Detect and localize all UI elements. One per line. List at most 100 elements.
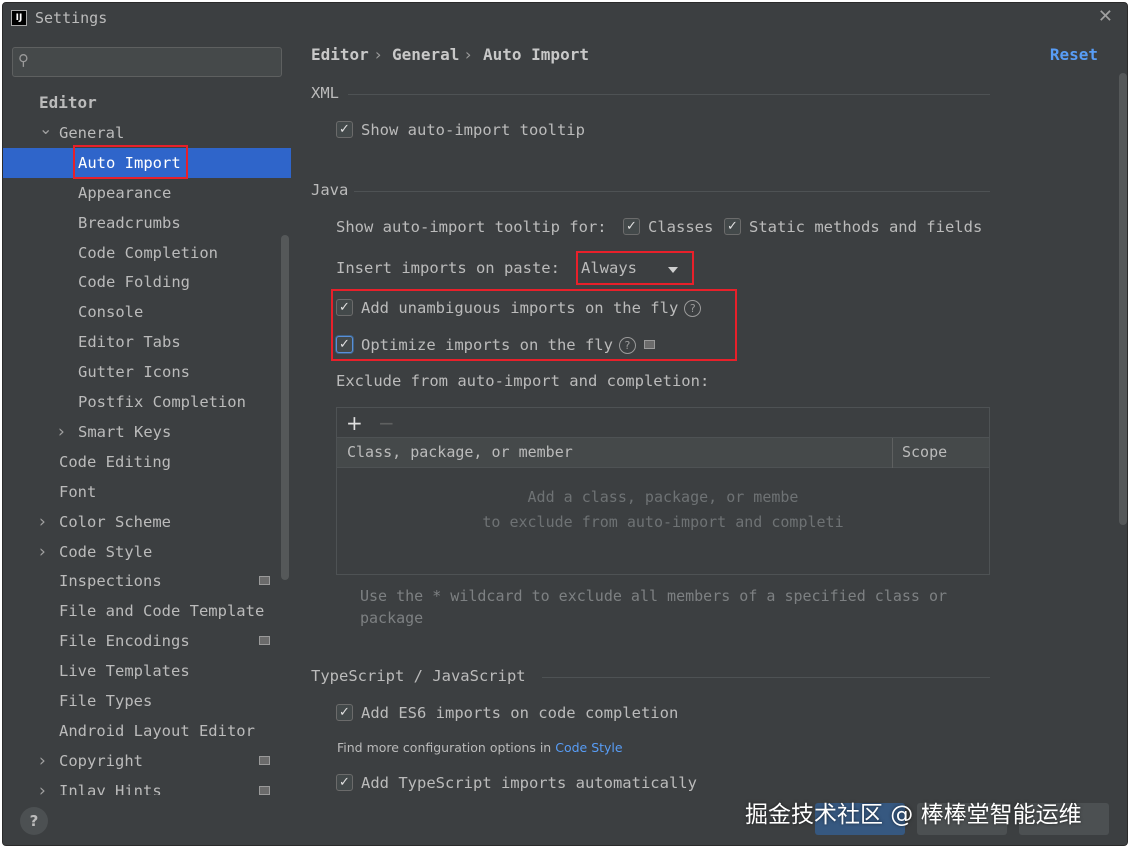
exclude-label: Exclude from auto-import and completion:	[336, 372, 710, 390]
sidebar-item[interactable]: Font	[3, 477, 291, 507]
insert-on-paste-dropdown[interactable]: Always	[576, 257, 688, 283]
help-icon[interactable]: ?	[684, 300, 702, 317]
sidebar-item[interactable]: › Inlay Hints	[3, 776, 291, 795]
search-icon: ⚲	[18, 51, 29, 69]
sidebar-item[interactable]: Postfix Completion	[3, 387, 291, 417]
sidebar-item[interactable]: Inspections	[3, 566, 291, 596]
sidebar-item-label: File Types	[59, 692, 153, 710]
sidebar-item[interactable]: Code Editing	[3, 447, 291, 477]
chevron-right-icon[interactable]: ›	[39, 776, 46, 795]
sidebar-item[interactable]: Android Layout Editor	[3, 716, 291, 746]
code-style-link[interactable]: Code Style	[555, 740, 622, 755]
window-title: Settings	[35, 9, 108, 27]
sidebar-item[interactable]: Auto Import	[3, 147, 291, 178]
column-header-scope[interactable]: Scope	[902, 443, 947, 461]
plus-icon[interactable]: +	[346, 411, 363, 435]
intellij-app-icon: IJ	[11, 10, 27, 26]
sidebar-item-label: File Encodings	[59, 632, 190, 651]
sidebar-item-label: Smart Keys	[78, 422, 172, 441]
chevron-down-icon[interactable]: ⌄	[39, 114, 52, 144]
settings-search[interactable]: ⚲	[12, 47, 282, 77]
sidebar-item[interactable]: › Code Style	[3, 537, 291, 567]
project-scope-icon	[259, 636, 270, 646]
add-unambiguous-text: Add unambiguous imports on the fly	[361, 299, 679, 317]
sidebar-item[interactable]: File Types	[3, 686, 291, 716]
minus-icon: −	[378, 411, 395, 435]
sidebar-item[interactable]: Code Folding	[3, 267, 291, 297]
sidebar-item[interactable]: File Encodings	[3, 626, 291, 656]
close-icon[interactable]: ✕	[1098, 6, 1113, 27]
search-input[interactable]	[43, 51, 273, 73]
sidebar-item-label: Code Style	[59, 542, 153, 561]
section-divider	[348, 94, 990, 95]
breadcrumb-separator: ›	[465, 45, 472, 64]
sidebar-scrollbar[interactable]	[281, 235, 289, 580]
project-scope-icon	[259, 576, 270, 586]
sidebar-item[interactable]: Appearance	[3, 178, 291, 208]
sidebar-item[interactable]: File and Code Template	[3, 596, 291, 626]
sidebar-item-label: Editor Tabs	[78, 333, 181, 352]
sidebar-item-label: Appearance	[78, 183, 172, 202]
settings-window: IJ Settings ✕ ⚲ Editor ⌄ General Auto Impor…	[2, 2, 1128, 846]
help-icon[interactable]: ?	[618, 337, 636, 354]
classes-label: Classes	[648, 218, 714, 236]
sidebar-item-label: Android Layout Editor	[59, 721, 255, 740]
breadcrumb-item: General	[392, 45, 460, 64]
ts-auto-imports-checkbox[interactable]: ✓	[336, 774, 353, 791]
static-methods-checkbox[interactable]: ✓	[724, 218, 741, 235]
column-divider	[892, 438, 893, 468]
dropdown-arrow-icon	[668, 267, 678, 273]
sidebar-item-label: Font	[59, 482, 97, 501]
breadcrumb-item: Auto Import	[483, 45, 589, 64]
content-scrollbar[interactable]	[1119, 73, 1127, 525]
sidebar-item-label: Console	[78, 303, 144, 322]
add-unambiguous-label: Add unambiguous imports on the fly?	[361, 297, 702, 319]
sidebar-item-label: Code Editing	[59, 452, 171, 471]
optimize-imports-checkbox[interactable]: ✓	[336, 336, 353, 353]
sidebar-item[interactable]: › Copyright	[3, 746, 291, 776]
sidebar-item-label: Inlay Hints	[59, 781, 162, 795]
es6-imports-label: Add ES6 imports on code completion	[361, 704, 679, 722]
sidebar-item[interactable]: Live Templates	[3, 656, 291, 686]
sidebar-item-label: General	[59, 123, 125, 142]
sidebar-item[interactable]: › Smart Keys	[3, 417, 291, 447]
reset-link[interactable]: Reset	[1050, 45, 1098, 64]
sidebar-item[interactable]: Console	[3, 297, 291, 327]
settings-sidebar: ⚲ Editor ⌄ General Auto Import Appearance Bre…	[3, 35, 291, 795]
project-scope-icon	[259, 755, 270, 765]
chevron-right-icon[interactable]: ›	[39, 507, 46, 537]
chevron-right-icon[interactable]: ›	[58, 417, 65, 447]
column-header-class[interactable]: Class, package, or member	[347, 443, 573, 461]
breadcrumb-separator: ›	[375, 45, 382, 64]
section-title-java: Java	[311, 181, 349, 199]
xml-show-tooltip-checkbox[interactable]: ✓	[336, 121, 353, 138]
static-methods-label: Static methods and fields	[749, 218, 983, 236]
sidebar-item-label: Copyright	[59, 751, 143, 770]
chevron-right-icon[interactable]: ›	[39, 537, 46, 567]
sidebar-item[interactable]: › Color Scheme	[3, 507, 291, 537]
sidebar-item-label: Auto Import	[78, 153, 181, 172]
sidebar-item-label: Code Completion	[78, 243, 218, 262]
more-options-text: Find more configuration options in Code …	[337, 740, 623, 755]
sidebar-item-label: Postfix Completion	[78, 393, 246, 411]
help-button[interactable]: ?	[20, 807, 48, 835]
insert-on-paste-label: Insert imports on paste:	[336, 259, 560, 277]
sidebar-item[interactable]: Gutter Icons	[3, 357, 291, 387]
sidebar-item[interactable]: Code Completion	[3, 238, 291, 268]
sidebar-item[interactable]: Breadcrumbs	[3, 208, 291, 238]
classes-checkbox[interactable]: ✓	[623, 218, 640, 235]
add-unambiguous-checkbox[interactable]: ✓	[336, 299, 353, 316]
sidebar-item-label: Color Scheme	[59, 512, 171, 531]
exclude-table-header: Class, package, or member Scope	[337, 438, 989, 468]
empty-table-text-line2: to exclude from auto-import and completi	[482, 513, 844, 531]
es6-imports-checkbox[interactable]: ✓	[336, 704, 353, 721]
chevron-right-icon[interactable]: ›	[39, 746, 46, 776]
section-divider	[542, 677, 990, 678]
sidebar-item[interactable]: ⌄ General	[3, 118, 291, 148]
sidebar-item-label: Code Folding	[78, 273, 190, 292]
sidebar-item[interactable]: Editor Tabs	[3, 327, 291, 357]
title-bar: IJ Settings ✕	[3, 3, 1127, 35]
xml-show-tooltip-label: Show auto-import tooltip	[361, 121, 585, 139]
section-divider	[354, 191, 990, 192]
watermark: 掘金技术社区 @ 棒棒堂智能运维	[745, 802, 1082, 828]
